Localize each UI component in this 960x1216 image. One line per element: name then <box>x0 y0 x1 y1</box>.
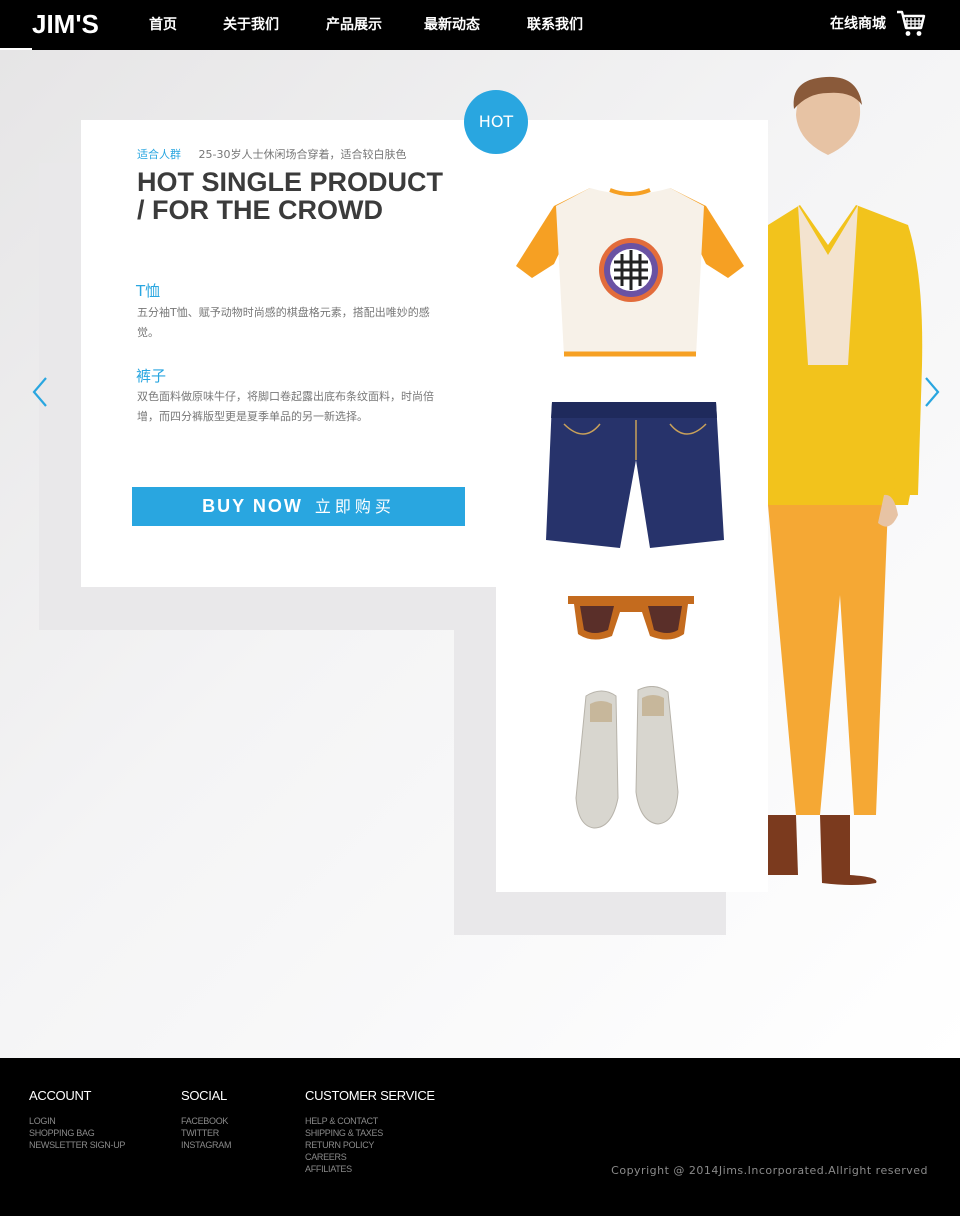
footer-link-facebook[interactable]: FACEBOOK <box>181 1115 231 1127</box>
logo[interactable]: JIM'S <box>32 8 99 40</box>
item-title-pants: 裤子 <box>136 367 167 385</box>
main-nav: 首页 关于我们 产品展示 最新动态 联系我们 <box>149 0 607 50</box>
footer-social-title: SOCIAL <box>181 1088 227 1103</box>
cart-icon[interactable] <box>896 10 926 38</box>
nav-contact[interactable]: 联系我们 <box>527 0 607 50</box>
target-crowd: 适合人群 25-30岁人士休闲场合穿着，适合较白肤色 <box>137 146 406 162</box>
footer-link-shipping[interactable]: SHIPPING & TAXES <box>305 1127 435 1139</box>
hero-banner: 适合人群 25-30岁人士休闲场合穿着，适合较白肤色 HOT SINGLE PR… <box>0 50 960 1058</box>
footer-account-title: ACCOUNT <box>29 1088 92 1103</box>
headline: HOT SINGLE PRODUCT / FOR THE CROWD <box>137 168 477 224</box>
footer-customer-service-title: CUSTOMER SERVICE <box>305 1088 435 1103</box>
footer-link-help[interactable]: HELP & CONTACT <box>305 1115 435 1127</box>
footer-link-shopping-bag[interactable]: SHOPPING BAG <box>29 1127 125 1139</box>
target-crowd-value: 25-30岁人士休闲场合穿着，适合较白肤色 <box>198 148 407 161</box>
nav-news[interactable]: 最新动态 <box>424 0 527 50</box>
footer-link-login[interactable]: LOGIN <box>29 1115 125 1127</box>
tshirt-image[interactable] <box>514 184 746 364</box>
headline-line-1: HOT SINGLE PRODUCT <box>137 167 444 197</box>
buy-now-label-zh: 立即购买 <box>314 499 395 516</box>
nav-about[interactable]: 关于我们 <box>223 0 326 50</box>
top-navbar: JIM'S 首页 关于我们 产品展示 最新动态 联系我们 在线商城 <box>0 0 960 50</box>
footer-link-careers[interactable]: CAREERS <box>305 1151 435 1163</box>
hot-badge: HOT <box>464 90 528 154</box>
model-image <box>768 76 923 885</box>
footer-link-returns[interactable]: RETURN POLICY <box>305 1139 435 1151</box>
headline-line-2: / FOR THE CROWD <box>137 195 383 225</box>
footer-social: SOCIAL FACEBOOK TWITTER INSTAGRAM <box>181 1088 231 1151</box>
online-shop-link[interactable]: 在线商城 <box>830 0 886 48</box>
nav-products[interactable]: 产品展示 <box>326 0 424 50</box>
footer-link-affiliates[interactable]: AFFILIATES <box>305 1163 435 1175</box>
target-crowd-label: 适合人群 <box>137 148 181 161</box>
footer-customer-service: CUSTOMER SERVICE HELP & CONTACT SHIPPING… <box>305 1088 435 1175</box>
sunglasses-image[interactable] <box>566 590 696 650</box>
footer-link-twitter[interactable]: TWITTER <box>181 1127 231 1139</box>
footer-link-newsletter[interactable]: NEWSLETTER SIGN-UP <box>29 1139 125 1151</box>
item-desc-pants: 双色面料做原味牛仔，将脚口卷起露出底布条纹面料，时尚倍增，而四分裤版型更是夏季单… <box>137 390 434 423</box>
buy-now-button[interactable]: BUY NOW 立即购买 <box>132 487 465 526</box>
shorts-image[interactable] <box>544 400 726 552</box>
item-desc-tshirt: 五分袖T恤、赋予动物时尚感的棋盘格元素，搭配出唯妙的感觉。 <box>137 306 430 339</box>
item-title-tshirt: T恤 <box>136 282 161 300</box>
chevron-right-icon[interactable] <box>922 376 942 408</box>
footer: ACCOUNT LOGIN SHOPPING BAG NEWSLETTER SI… <box>0 1058 960 1216</box>
shoes-image[interactable] <box>572 686 684 838</box>
footer-link-instagram[interactable]: INSTAGRAM <box>181 1139 231 1151</box>
buy-now-label-en: BUY NOW <box>202 496 303 516</box>
copyright: Copyright @ 2014Jims.Incorporated.Allrig… <box>611 1164 928 1177</box>
nav-home[interactable]: 首页 <box>149 0 223 50</box>
product-info-card: 适合人群 25-30岁人士休闲场合穿着，适合较白肤色 HOT SINGLE PR… <box>81 120 496 587</box>
footer-account: ACCOUNT LOGIN SHOPPING BAG NEWSLETTER SI… <box>29 1088 125 1151</box>
chevron-left-icon[interactable] <box>30 376 50 408</box>
